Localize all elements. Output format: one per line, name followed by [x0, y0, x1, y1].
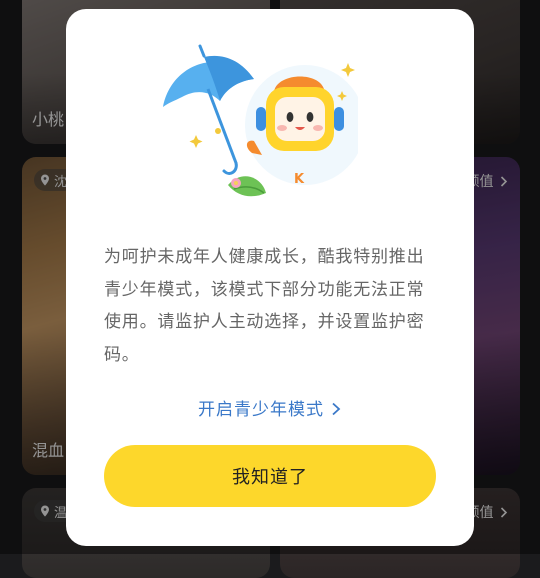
- confirm-button[interactable]: 我知道了: [104, 445, 436, 507]
- enable-teen-mode-link[interactable]: 开启青少年模式: [66, 395, 474, 420]
- teen-mode-description: 为呵护未成年人健康成长，酷我特别推出青少年模式，该模式下部分功能无法正常使用。请…: [104, 247, 425, 365]
- svg-text:K: K: [294, 172, 305, 187]
- teen-mode-dialog: K 为呵护未成年人健康成长，酷我特别推出青少年模式，该模式下部分功能无法正常使用…: [66, 9, 474, 546]
- chevron-right-icon: [332, 402, 341, 416]
- teen-mode-illustration: K: [163, 44, 358, 197]
- umbrella-icon: [163, 44, 254, 175]
- enable-teen-mode-label: 开启青少年模式: [198, 400, 324, 420]
- mascot-robot-icon: K: [245, 65, 358, 187]
